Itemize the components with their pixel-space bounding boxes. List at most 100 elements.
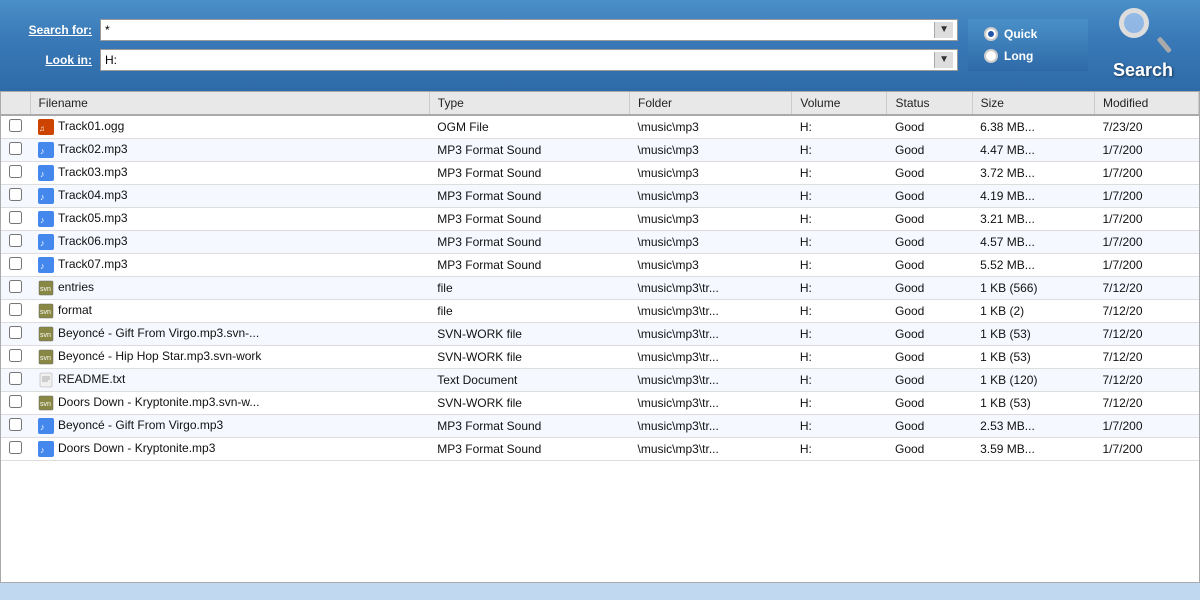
search-for-input[interactable]: * ▼ <box>100 19 958 41</box>
row-checkbox[interactable] <box>1 369 30 392</box>
folder-header[interactable]: Folder <box>630 92 792 115</box>
row-volume: H: <box>792 139 887 162</box>
table-row[interactable]: ♪Track04.mp3MP3 Format Sound\music\mp3H:… <box>1 185 1199 208</box>
row-checkbox[interactable] <box>1 392 30 415</box>
row-type: SVN-WORK file <box>429 392 629 415</box>
size-header[interactable]: Size <box>972 92 1094 115</box>
table-row[interactable]: svnentriesfile\music\mp3\tr...H:Good1 KB… <box>1 277 1199 300</box>
row-checkbox[interactable] <box>1 185 30 208</box>
search-for-value: * <box>105 23 934 37</box>
row-checkbox[interactable] <box>1 162 30 185</box>
table-row[interactable]: ♪Track05.mp3MP3 Format Sound\music\mp3H:… <box>1 208 1199 231</box>
row-checkbox[interactable] <box>1 277 30 300</box>
row-type: MP3 Format Sound <box>429 162 629 185</box>
row-size: 1 KB (53) <box>972 323 1094 346</box>
row-filename: ♪Track06.mp3 <box>30 231 429 254</box>
table-row[interactable]: ♪Track06.mp3MP3 Format Sound\music\mp3H:… <box>1 231 1199 254</box>
search-fields: Search for: * ▼ Look in: H: ▼ <box>12 19 958 71</box>
row-checkbox[interactable] <box>1 415 30 438</box>
row-modified: 1/7/200 <box>1094 162 1198 185</box>
row-volume: H: <box>792 254 887 277</box>
row-checkbox[interactable] <box>1 208 30 231</box>
type-header[interactable]: Type <box>429 92 629 115</box>
search-button-label[interactable]: Search <box>1113 60 1173 81</box>
row-checkbox[interactable] <box>1 438 30 461</box>
table-row[interactable]: svnBeyoncé - Gift From Virgo.mp3.svn-...… <box>1 323 1199 346</box>
row-folder: \music\mp3 <box>630 254 792 277</box>
row-status: Good <box>887 323 972 346</box>
row-modified: 1/7/200 <box>1094 208 1198 231</box>
row-checkbox[interactable] <box>1 300 30 323</box>
status-header[interactable]: Status <box>887 92 972 115</box>
table-row[interactable]: svnBeyoncé - Hip Hop Star.mp3.svn-workSV… <box>1 346 1199 369</box>
table-row[interactable]: ♪Track03.mp3MP3 Format Sound\music\mp3H:… <box>1 162 1199 185</box>
row-checkbox[interactable] <box>1 346 30 369</box>
row-size: 1 KB (2) <box>972 300 1094 323</box>
row-type: MP3 Format Sound <box>429 231 629 254</box>
long-radio-button[interactable] <box>984 49 998 63</box>
look-in-input[interactable]: H: ▼ <box>100 49 958 71</box>
row-folder: \music\mp3\tr... <box>630 346 792 369</box>
table-row[interactable]: svnformatfile\music\mp3\tr...H:Good1 KB … <box>1 300 1199 323</box>
row-filename: svnformat <box>30 300 429 323</box>
row-status: Good <box>887 231 972 254</box>
row-filename: ♫Track01.ogg <box>30 115 429 139</box>
search-icon <box>1119 8 1167 56</box>
row-type: file <box>429 300 629 323</box>
file-icon: svn <box>38 349 54 365</box>
row-status: Good <box>887 300 972 323</box>
checkbox-header <box>1 92 30 115</box>
table-row[interactable]: ♪Track02.mp3MP3 Format Sound\music\mp3H:… <box>1 139 1199 162</box>
row-volume: H: <box>792 392 887 415</box>
file-icon: ♪ <box>38 142 54 158</box>
row-status: Good <box>887 254 972 277</box>
row-modified: 7/23/20 <box>1094 115 1198 139</box>
row-size: 3.21 MB... <box>972 208 1094 231</box>
table-row[interactable]: ♪Beyoncé - Gift From Virgo.mp3MP3 Format… <box>1 415 1199 438</box>
quick-radio-button[interactable] <box>984 27 998 41</box>
row-volume: H: <box>792 323 887 346</box>
look-in-dropdown-arrow[interactable]: ▼ <box>934 52 953 68</box>
svg-text:♫: ♫ <box>39 124 45 133</box>
row-filename: svnDoors Down - Kryptonite.mp3.svn-w... <box>30 392 429 415</box>
filename-header[interactable]: Filename <box>30 92 429 115</box>
row-checkbox[interactable] <box>1 115 30 139</box>
file-icon: ♪ <box>38 418 54 434</box>
quick-radio-row[interactable]: Quick <box>984 27 1072 41</box>
modified-header[interactable]: Modified <box>1094 92 1198 115</box>
row-modified: 1/7/200 <box>1094 185 1198 208</box>
table-row[interactable]: ♫Track01.oggOGM File\music\mp3H:Good6.38… <box>1 115 1199 139</box>
row-checkbox[interactable] <box>1 139 30 162</box>
row-folder: \music\mp3\tr... <box>630 323 792 346</box>
table-row[interactable]: svnDoors Down - Kryptonite.mp3.svn-w...S… <box>1 392 1199 415</box>
row-checkbox[interactable] <box>1 231 30 254</box>
row-filename: ♪Track05.mp3 <box>30 208 429 231</box>
row-status: Good <box>887 208 972 231</box>
look-in-label: Look in: <box>12 53 92 67</box>
file-icon: ♪ <box>38 165 54 181</box>
row-folder: \music\mp3 <box>630 162 792 185</box>
row-checkbox[interactable] <box>1 323 30 346</box>
search-for-row: Search for: * ▼ <box>12 19 958 41</box>
row-filename: svnentries <box>30 277 429 300</box>
table-row[interactable]: ♪Track07.mp3MP3 Format Sound\music\mp3H:… <box>1 254 1199 277</box>
row-status: Good <box>887 277 972 300</box>
row-filename: ♪Track02.mp3 <box>30 139 429 162</box>
volume-header[interactable]: Volume <box>792 92 887 115</box>
svg-text:svn: svn <box>40 286 51 293</box>
row-filename: svnBeyoncé - Hip Hop Star.mp3.svn-work <box>30 346 429 369</box>
row-status: Good <box>887 369 972 392</box>
row-folder: \music\mp3 <box>630 231 792 254</box>
file-icon: ♪ <box>38 257 54 273</box>
table-row[interactable]: README.txtText Document\music\mp3\tr...H… <box>1 369 1199 392</box>
row-checkbox[interactable] <box>1 254 30 277</box>
row-type: SVN-WORK file <box>429 346 629 369</box>
row-size: 1 KB (120) <box>972 369 1094 392</box>
search-for-dropdown-arrow[interactable]: ▼ <box>934 22 953 38</box>
svg-text:svn: svn <box>40 309 51 316</box>
search-button-panel[interactable]: Search <box>1098 8 1188 81</box>
row-size: 4.57 MB... <box>972 231 1094 254</box>
row-folder: \music\mp3\tr... <box>630 300 792 323</box>
long-radio-row[interactable]: Long <box>984 49 1072 63</box>
table-row[interactable]: ♪Doors Down - Kryptonite.mp3MP3 Format S… <box>1 438 1199 461</box>
